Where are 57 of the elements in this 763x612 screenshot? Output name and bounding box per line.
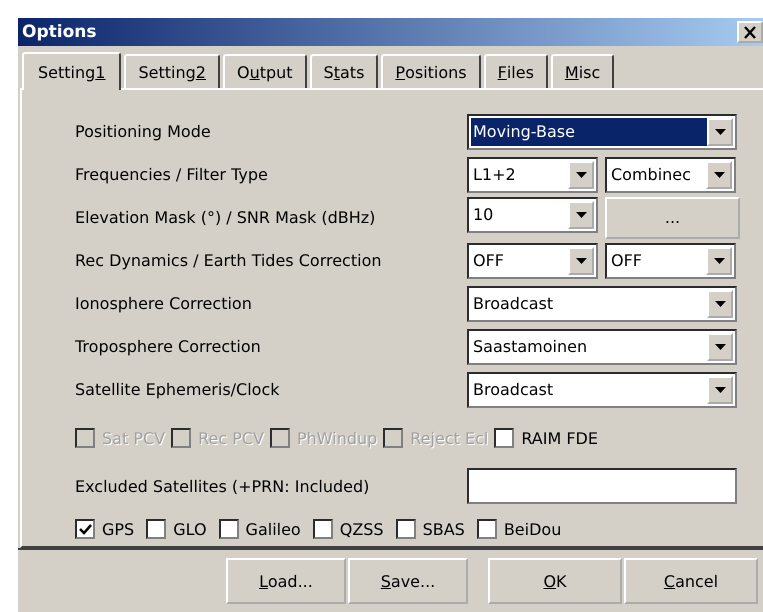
dropdown[interactable]: 10 xyxy=(467,196,598,232)
dropdown[interactable]: Saastamoinen xyxy=(467,328,737,364)
caret-icon xyxy=(714,258,724,264)
caret-icon xyxy=(714,344,726,350)
checkbox[interactable] xyxy=(312,519,333,539)
checkbox-label: SBAS xyxy=(422,520,465,538)
field-label: Positioning Mode xyxy=(75,122,212,141)
caret-icon xyxy=(714,172,724,178)
checkbox-label: GPS xyxy=(102,520,134,538)
field-label: Frequencies / Filter Type xyxy=(75,165,269,184)
dropdown[interactable]: OFF xyxy=(467,242,598,278)
field-label: Elevation Mask (°) / SNR Mask (dBHz) xyxy=(75,208,376,227)
input-field[interactable] xyxy=(467,468,737,504)
dropdown[interactable]: Moving-Base xyxy=(467,114,737,150)
field-label: Ionosphere Correction xyxy=(75,294,253,313)
caret-icon xyxy=(714,386,726,392)
dropdown[interactable]: Broadcast xyxy=(467,286,737,322)
tab[interactable]: Misc xyxy=(550,54,614,88)
dropdown[interactable]: Broadcast xyxy=(467,372,737,408)
caret-icon xyxy=(576,212,586,218)
field-label: Troposphere Correction xyxy=(75,337,262,356)
tab[interactable]: Positions xyxy=(381,54,481,88)
dialog-button[interactable]: Load... xyxy=(226,558,346,604)
tab[interactable]: Output xyxy=(222,54,307,88)
checkbox[interactable] xyxy=(218,519,239,539)
dialog-button[interactable]: Save... xyxy=(348,558,468,604)
caret-icon xyxy=(714,128,726,134)
dialog-button[interactable]: OK xyxy=(488,558,622,604)
field-label: Satellite Ephemeris/Clock xyxy=(75,380,281,399)
caret-icon xyxy=(576,258,586,264)
checkbox[interactable] xyxy=(146,519,166,539)
dropdown[interactable]: Combinec xyxy=(605,156,736,192)
checkbox-label: BeiDou xyxy=(504,520,562,538)
checkbox[interactable] xyxy=(396,519,416,539)
tab[interactable]: Setting2 xyxy=(124,54,220,88)
caret-icon xyxy=(714,300,726,306)
checkbox[interactable] xyxy=(494,428,514,448)
dialog-button[interactable]: Cancel xyxy=(624,558,758,604)
field-label: Rec Dynamics / Earth Tides Correction xyxy=(75,251,382,270)
tab[interactable]: Files xyxy=(484,54,548,88)
checkbox[interactable] xyxy=(75,519,95,539)
tab[interactable]: Setting1 xyxy=(22,52,122,90)
checkbox[interactable] xyxy=(476,519,497,539)
dropdown[interactable]: OFF xyxy=(605,242,736,278)
checkbox-label: GLO xyxy=(173,520,207,538)
window-title: Options xyxy=(22,22,96,42)
tab[interactable]: Stats xyxy=(310,54,378,88)
checkbox-label: QZSS xyxy=(340,520,384,538)
close-icon xyxy=(743,26,757,38)
caret-icon xyxy=(576,172,586,178)
close-button[interactable] xyxy=(737,21,763,43)
more-button[interactable]: ... xyxy=(605,196,740,238)
checkbox-label: Galileo xyxy=(246,520,301,538)
checkbox-label: RAIM FDE xyxy=(521,428,598,448)
check-icon xyxy=(78,524,92,534)
dropdown[interactable]: L1+2 xyxy=(467,156,598,192)
field-label: Excluded Satellites (+PRN: Included) xyxy=(75,476,370,496)
